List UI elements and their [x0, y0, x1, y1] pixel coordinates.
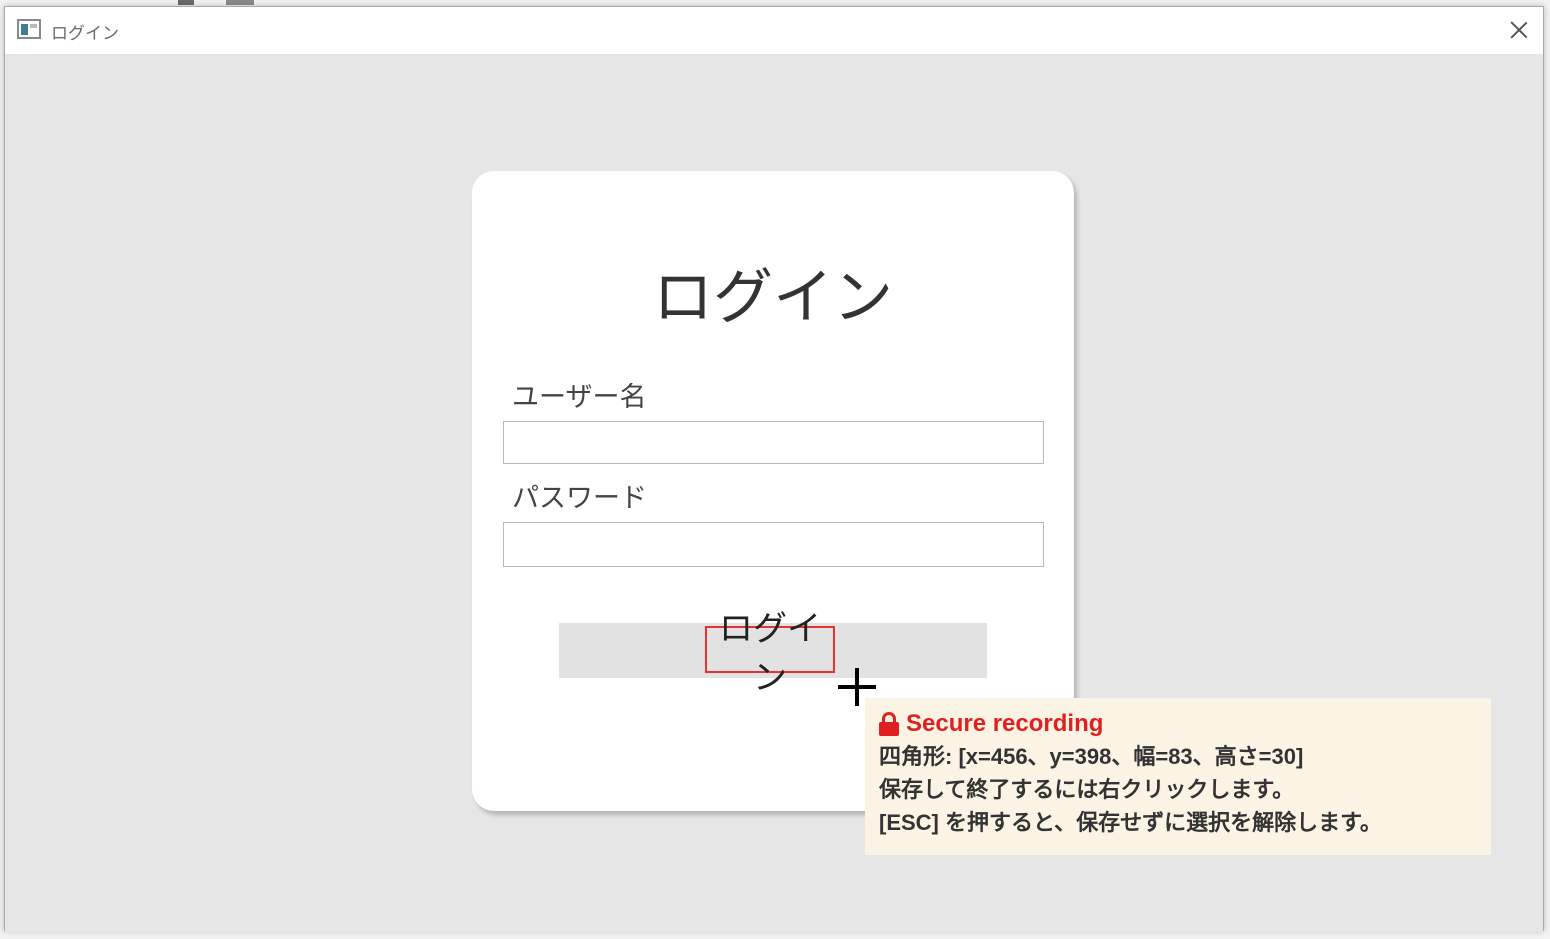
login-heading: ログイン: [653, 264, 893, 331]
tooltip-rectangle-info: 四角形: [x=456、y=398、幅=83、高さ=30]: [879, 744, 1304, 769]
tooltip-save-hint: 保存して終了するには右クリックします。: [879, 777, 1295, 802]
username-label: ユーザー名: [512, 382, 647, 412]
title-bar[interactable]: ログイン: [5, 7, 1543, 54]
password-input[interactable]: [503, 522, 1044, 567]
lock-icon: [879, 712, 899, 736]
background-fragment: [178, 0, 194, 5]
tooltip-cancel-hint: [ESC] を押すると、保存せずに選択を解除します。: [879, 810, 1382, 835]
login-button[interactable]: ログイン: [559, 610, 987, 697]
tooltip-header: Secure recording: [879, 708, 1477, 740]
close-icon[interactable]: [1503, 13, 1535, 45]
login-button-label: ログイン: [705, 610, 835, 697]
window-title: ログイン: [51, 24, 119, 44]
username-input[interactable]: [503, 421, 1044, 464]
app-icon: [17, 19, 41, 39]
background-fragment: [226, 0, 254, 5]
password-label: パスワード: [512, 483, 647, 513]
tooltip-title: Secure recording: [906, 710, 1104, 737]
secure-recording-tooltip: Secure recording 四角形: [x=456、y=398、幅=83、…: [865, 698, 1491, 855]
